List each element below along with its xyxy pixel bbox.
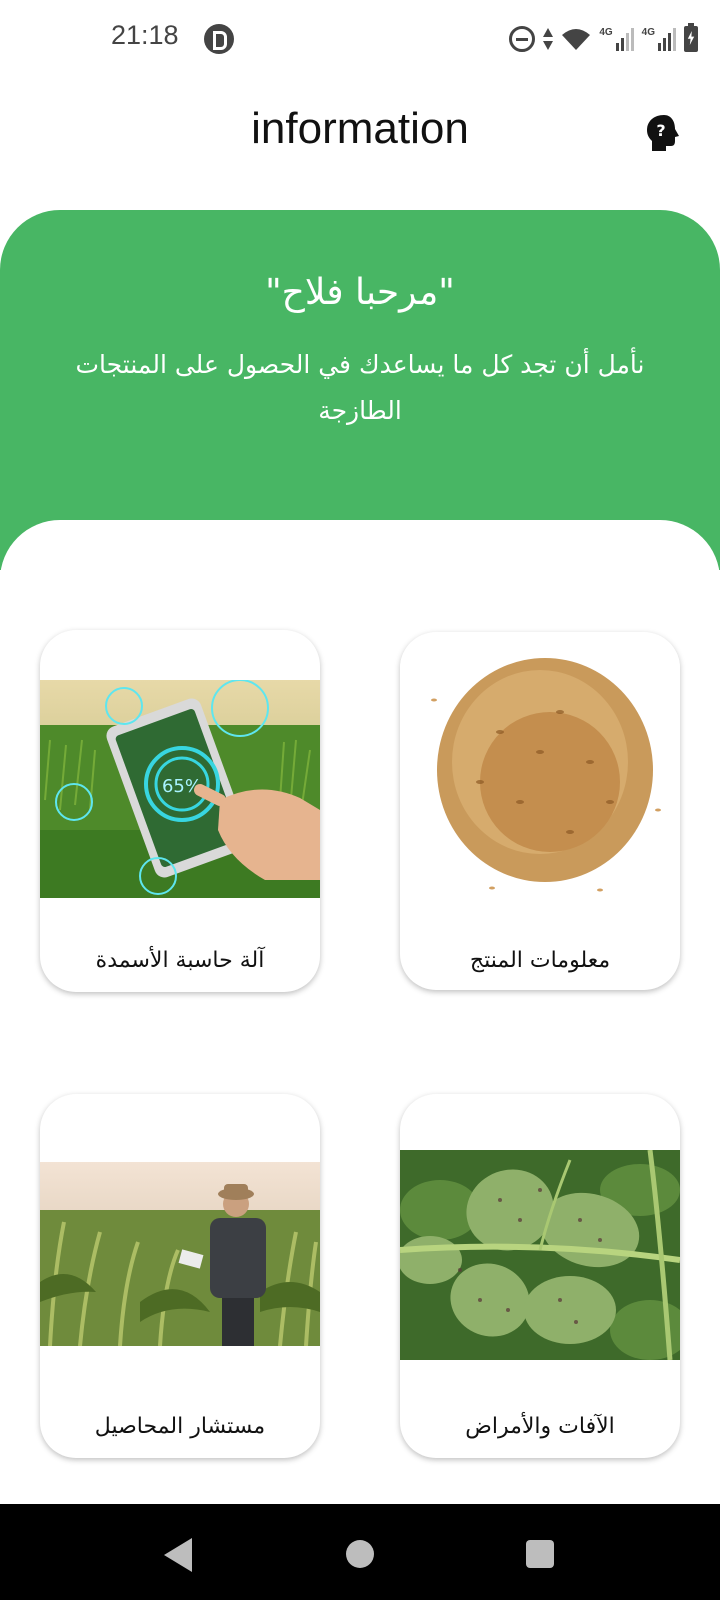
farmer-in-cornfield-image — [40, 1162, 320, 1346]
signal-icon: 4G — [599, 27, 634, 51]
help-button[interactable]: ? — [644, 113, 682, 153]
home-circle-icon[interactable] — [346, 1540, 374, 1568]
welcome-title: "مرحبا فلاح" — [265, 272, 455, 313]
diseased-leaf-image — [400, 1150, 680, 1360]
back-triangle-icon[interactable] — [164, 1538, 192, 1572]
data-arrows-icon — [543, 26, 554, 52]
fertilizer-calculator-label: آلة حاسبة الأسمدة — [95, 948, 265, 973]
signal-icon: 4G — [642, 27, 676, 51]
smart-farming-tablet-image: 65% — [40, 680, 320, 898]
app-notification-icon — [204, 24, 234, 54]
crop-advisor-label: مستشار المحاصيل — [94, 1414, 266, 1439]
page-title: information — [251, 104, 469, 153]
status-time: 21:18 — [111, 20, 179, 50]
do-not-disturb-icon — [509, 26, 536, 52]
help-head-icon: ? — [647, 115, 679, 151]
svg-text:?: ? — [656, 121, 665, 140]
pests-diseases-card[interactable]: الآفات والأمراض — [400, 1094, 680, 1458]
network-type-label: 4G — [599, 27, 613, 38]
battery-charging-icon — [684, 23, 698, 52]
system-nav-bar — [0, 1504, 720, 1600]
welcome-subtitle: نأمل أن تجد كل ما يساعدك في الحصول على ا… — [75, 350, 645, 425]
recent-square-icon[interactable] — [526, 1540, 554, 1568]
wifi-icon — [562, 29, 591, 50]
fertilizer-calculator-card[interactable]: 65% آلة حاسبة الأسمدة — [40, 630, 320, 992]
grain-pile-image — [400, 652, 680, 922]
network-type-label: 4G — [641, 27, 655, 38]
pests-diseases-label: الآفات والأمراض — [465, 1414, 615, 1439]
status-bar: 21:18 4G 4G — [0, 0, 720, 80]
product-info-label: معلومات المنتج — [469, 948, 611, 973]
crop-advisor-card[interactable]: مستشار المحاصيل — [40, 1094, 320, 1458]
product-info-card[interactable]: معلومات المنتج — [400, 632, 680, 990]
status-icons: 4G 4G — [509, 23, 698, 54]
